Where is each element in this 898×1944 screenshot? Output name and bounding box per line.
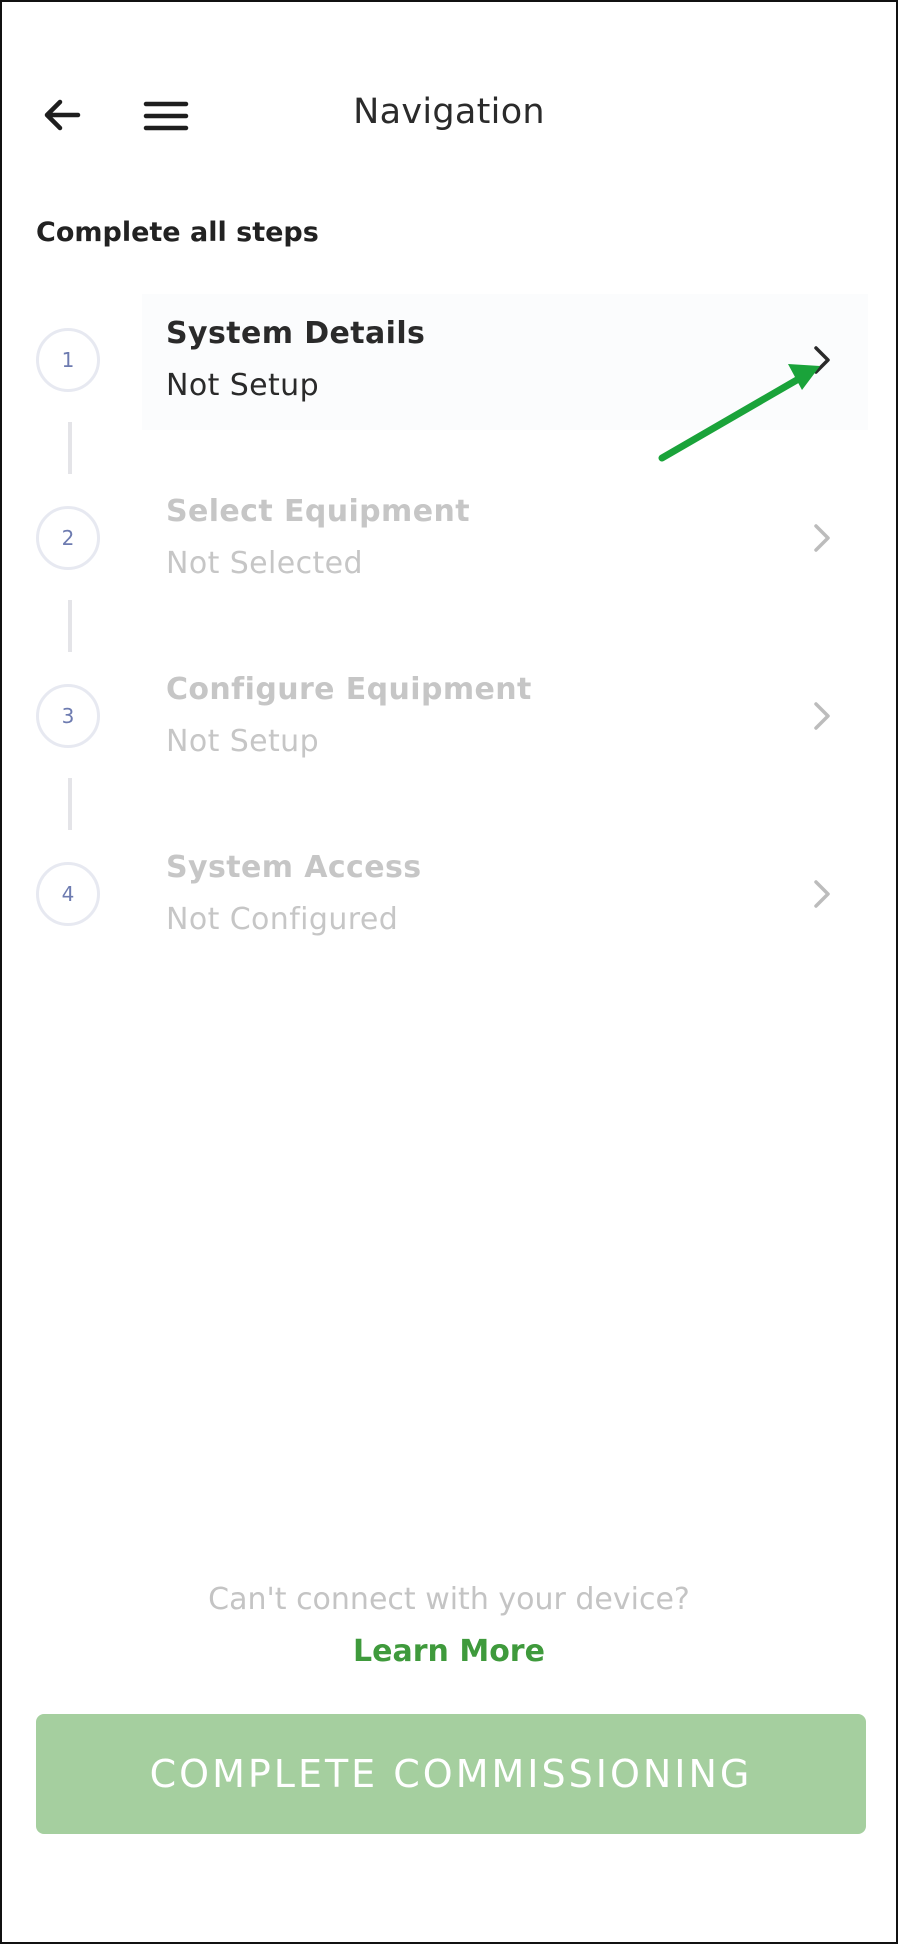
section-heading: Complete all steps: [36, 217, 319, 248]
chevron-right-icon[interactable]: [808, 696, 838, 736]
step-title: System Details: [166, 316, 426, 351]
page-title: Navigation: [353, 92, 545, 132]
step-title: Select Equipment: [166, 494, 470, 529]
step-title: System Access: [166, 850, 422, 885]
chevron-right-icon[interactable]: [808, 518, 838, 558]
chevron-right-icon[interactable]: [808, 874, 838, 914]
step-connector: [68, 422, 72, 474]
step-number-badge: 4: [36, 862, 100, 926]
app-screen: Navigation Complete all steps 1 System D…: [0, 0, 898, 1944]
step-system-details[interactable]: 1 System Details Not Setup: [2, 294, 896, 430]
complete-commissioning-button[interactable]: COMPLETE COMMISSIONING: [36, 1714, 866, 1834]
chevron-right-icon[interactable]: [808, 340, 838, 380]
step-status: Not Selected: [166, 546, 363, 581]
step-select-equipment[interactable]: 2 Select Equipment Not Selected: [2, 472, 896, 608]
step-system-access[interactable]: 4 System Access Not Configured: [2, 828, 896, 964]
step-number-badge: 1: [36, 328, 100, 392]
step-status: Not Configured: [166, 902, 399, 937]
step-status: Not Setup: [166, 724, 320, 759]
step-number-badge: 2: [36, 506, 100, 570]
step-connector: [68, 600, 72, 652]
top-app-bar: Navigation: [2, 72, 896, 152]
step-status: Not Setup: [166, 368, 320, 403]
step-highlight: [142, 294, 868, 430]
step-connector: [68, 778, 72, 830]
step-number-badge: 3: [36, 684, 100, 748]
connection-help-text: Can't connect with your device?: [208, 1582, 690, 1617]
step-configure-equipment[interactable]: 3 Configure Equipment Not Setup: [2, 650, 896, 786]
step-title: Configure Equipment: [166, 672, 532, 707]
learn-more-link[interactable]: Learn More: [2, 1634, 896, 1669]
